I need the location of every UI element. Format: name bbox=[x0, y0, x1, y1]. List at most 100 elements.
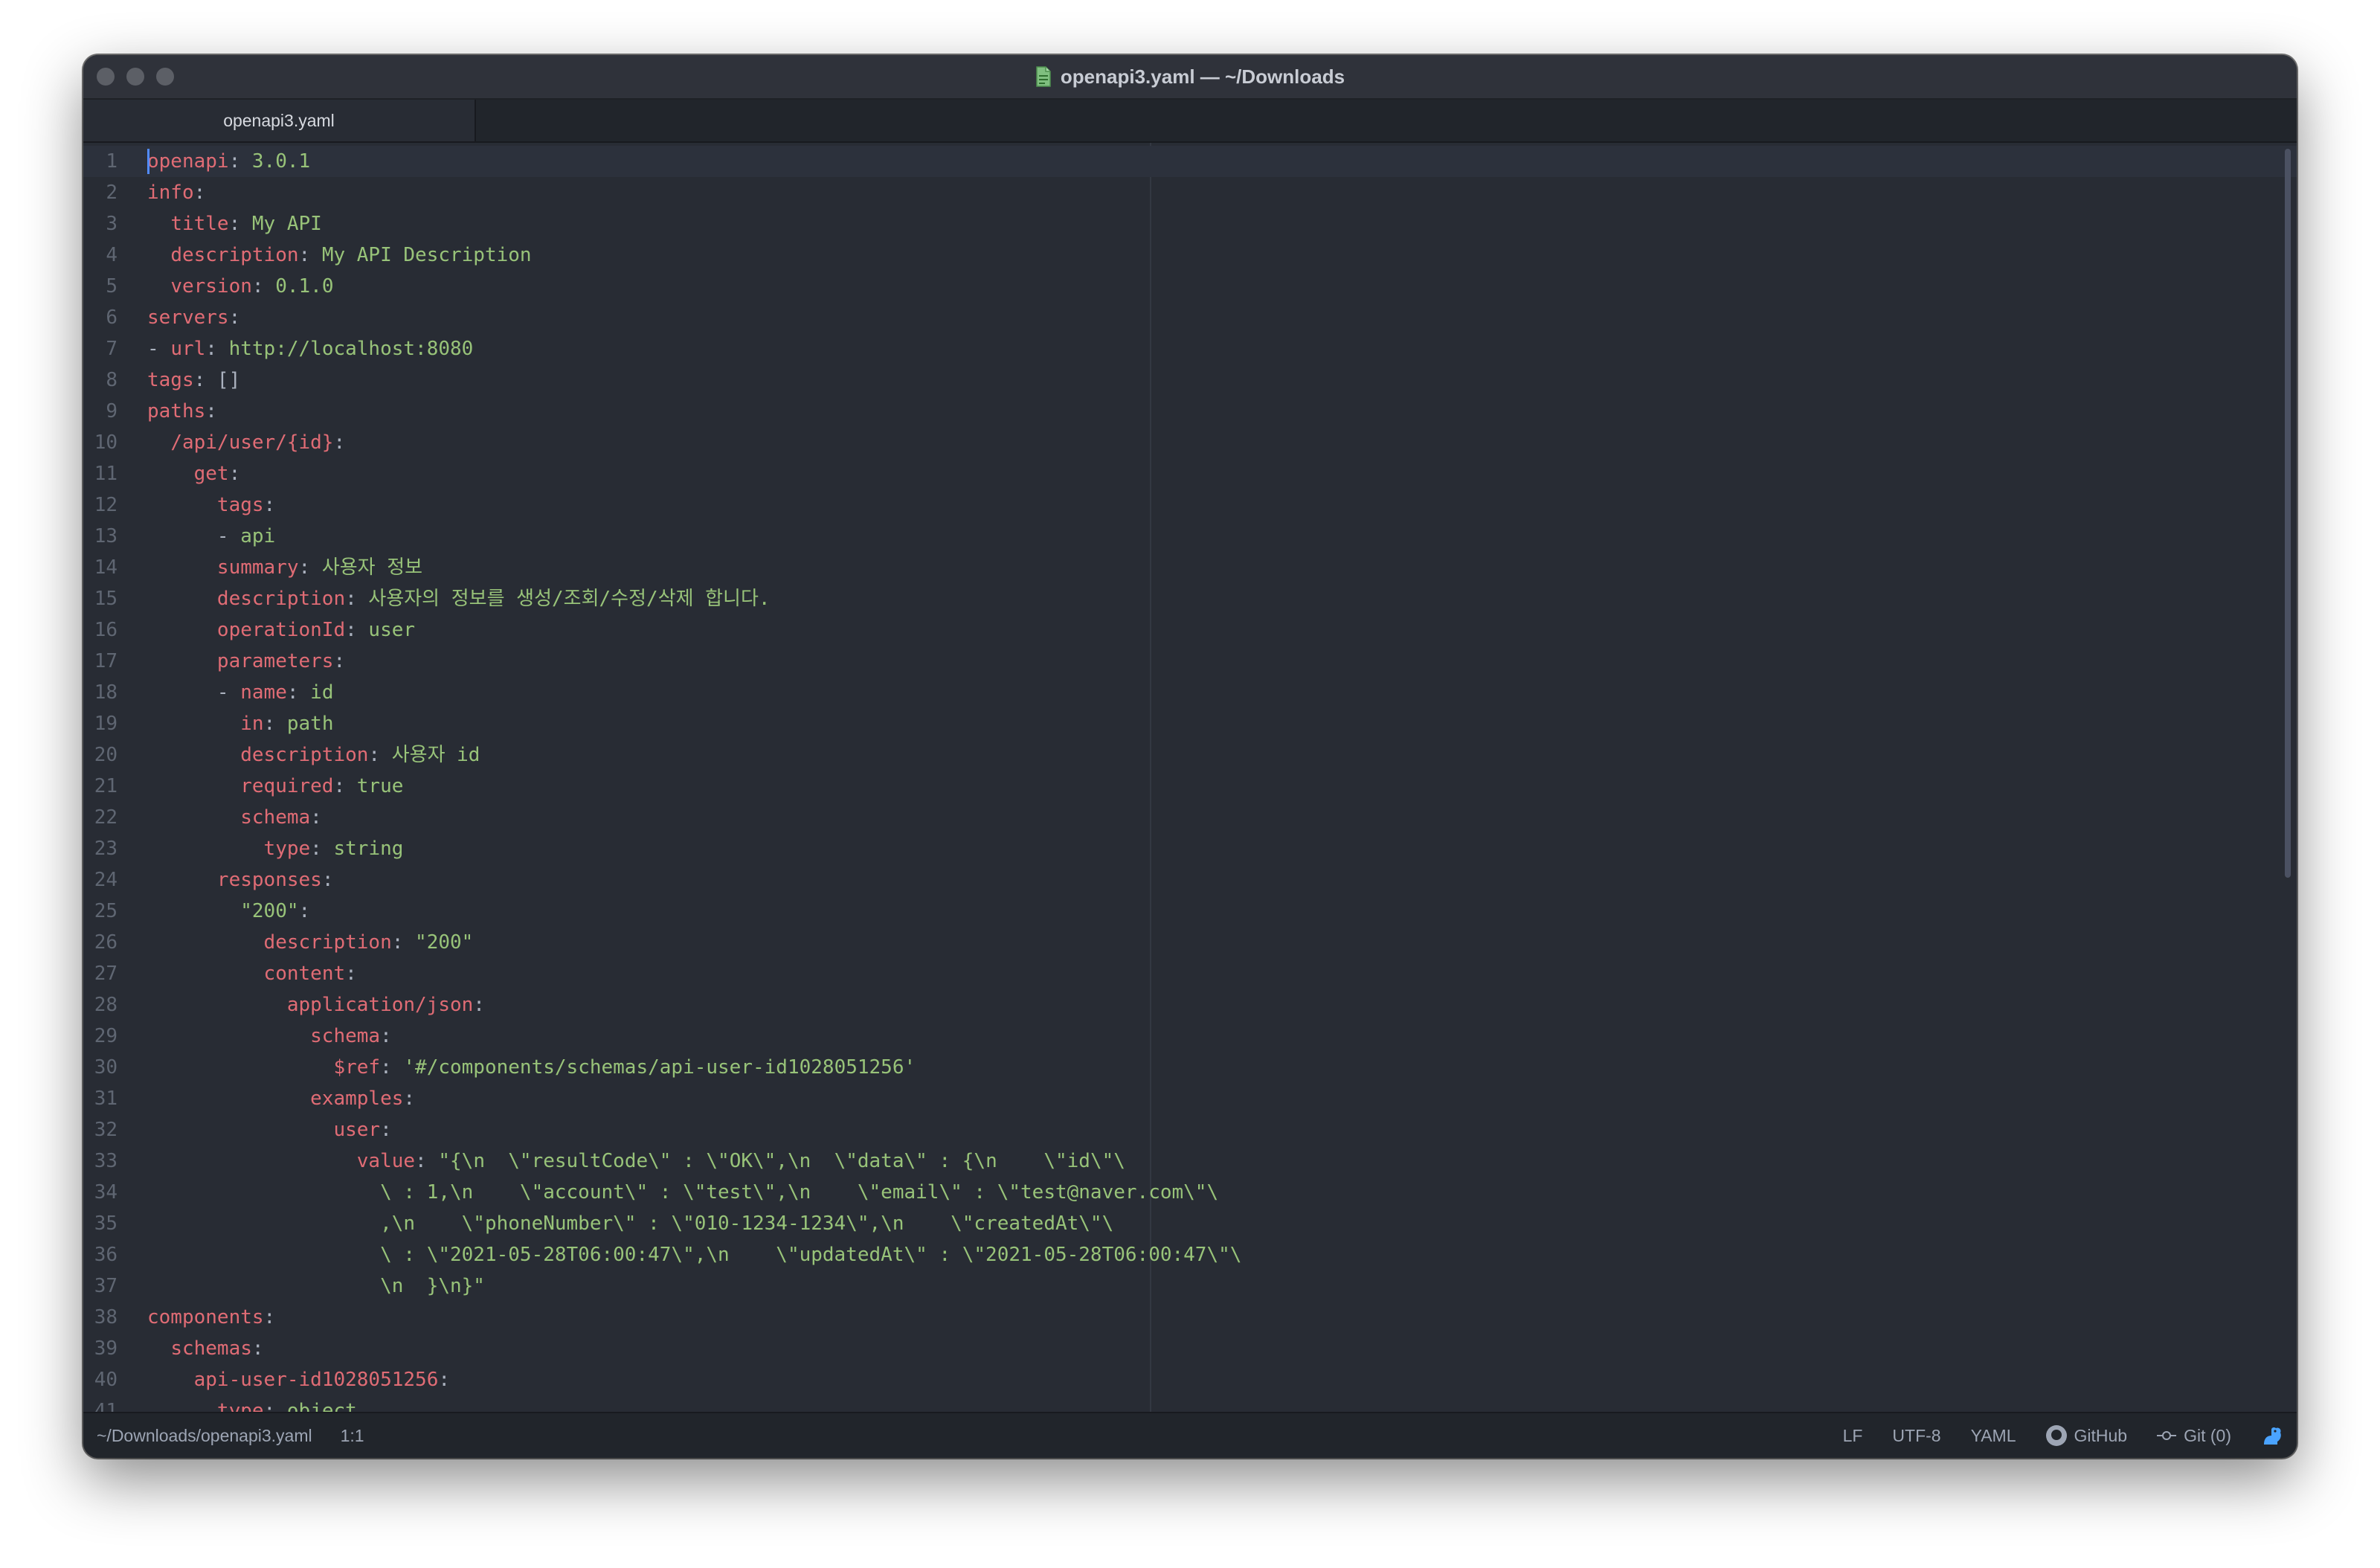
code-text: \n }\n}" bbox=[147, 1270, 485, 1302]
code-line[interactable]: 11 get: bbox=[83, 458, 2297, 489]
yaml-punctuation: - bbox=[147, 525, 241, 547]
code-line[interactable]: 39 schemas: bbox=[83, 1333, 2297, 1364]
yaml-punctuation bbox=[147, 1369, 194, 1391]
code-line[interactable]: 23 type: string bbox=[83, 833, 2297, 864]
code-line[interactable]: 7 - url: http://localhost:8080 bbox=[83, 333, 2297, 364]
code-line[interactable]: 12 tags: bbox=[83, 489, 2297, 521]
yaml-key: in bbox=[240, 713, 264, 735]
line-number: 1 bbox=[106, 150, 118, 173]
encoding-selector[interactable]: UTF-8 bbox=[1892, 1426, 1940, 1446]
code-line[interactable]: 9 paths: bbox=[83, 396, 2297, 427]
yaml-value: 사용자 id bbox=[391, 744, 480, 766]
code-line[interactable]: 5 version: 0.1.0 bbox=[83, 271, 2297, 302]
yaml-punctuation: : bbox=[193, 181, 206, 204]
code-line[interactable]: 27 content: bbox=[83, 958, 2297, 989]
line-number: 19 bbox=[94, 713, 118, 735]
code-line[interactable]: 13 - api bbox=[83, 521, 2297, 552]
code-line[interactable]: 22 schema: bbox=[83, 802, 2297, 833]
yaml-key: value bbox=[356, 1150, 416, 1172]
code-text: title: My API bbox=[147, 208, 322, 240]
yaml-punctuation bbox=[147, 931, 264, 954]
yaml-punctuation bbox=[147, 963, 264, 985]
code-line[interactable]: 32 user: bbox=[83, 1114, 2297, 1146]
tab-openapi3-yaml[interactable]: openapi3.yaml bbox=[83, 100, 476, 141]
yaml-punctuation: : bbox=[228, 306, 241, 329]
code-line[interactable]: 28 application/json: bbox=[83, 989, 2297, 1021]
yaml-punctuation: : bbox=[205, 400, 217, 422]
line-number: 21 bbox=[94, 775, 118, 797]
code-line[interactable]: 36 \ : \"2021-05-28T06:00:47\",\n \"upda… bbox=[83, 1239, 2297, 1270]
code-text: value: "{\n \"resultCode\" : \"OK\",\n \… bbox=[147, 1146, 1125, 1177]
yaml-key: application/json bbox=[286, 994, 474, 1016]
code-line[interactable]: 8 tags: [] bbox=[83, 364, 2297, 396]
yaml-value: \ : 1,\n \"account\" : \"test\",\n \"ema… bbox=[380, 1181, 1219, 1204]
yaml-value: 3.0.1 bbox=[251, 150, 311, 173]
code-line[interactable]: 3 title: My API bbox=[83, 208, 2297, 240]
code-line[interactable]: 38 components: bbox=[83, 1302, 2297, 1333]
code-line[interactable]: 31 examples: bbox=[83, 1083, 2297, 1114]
git-button[interactable]: Git (0) bbox=[2157, 1426, 2231, 1446]
yaml-key: paths bbox=[147, 400, 206, 422]
git-label: Git (0) bbox=[2184, 1425, 2231, 1445]
yaml-punctuation: : bbox=[380, 1025, 392, 1047]
line-number: 6 bbox=[106, 306, 118, 329]
code-line[interactable]: 33 value: "{\n \"resultCode\" : \"OK\",\… bbox=[83, 1146, 2297, 1177]
code-line[interactable]: 1 openapi: 3.0.1 bbox=[83, 146, 2297, 177]
line-number: 32 bbox=[94, 1119, 118, 1141]
yaml-key: schema bbox=[240, 806, 311, 829]
line-number: 20 bbox=[94, 744, 118, 766]
yaml-key: user bbox=[333, 1119, 381, 1141]
code-text: description: 사용자의 정보를 생성/조회/수정/삭제 합니다. bbox=[147, 583, 771, 614]
file-path[interactable]: ~/Downloads/openapi3.yaml bbox=[97, 1426, 312, 1446]
yaml-punctuation: : bbox=[251, 275, 276, 298]
code-line[interactable]: 20 description: 사용자 id bbox=[83, 739, 2297, 771]
code-line[interactable]: 10 /api/user/{id}: bbox=[83, 427, 2297, 458]
code-text: - url: http://localhost:8080 bbox=[147, 333, 473, 364]
code-line[interactable]: 24 responses: bbox=[83, 864, 2297, 896]
code-text: examples: bbox=[147, 1083, 415, 1114]
line-ending-selector[interactable]: LF bbox=[1843, 1426, 1863, 1446]
yaml-key: description bbox=[216, 588, 346, 610]
code-line[interactable]: 15 description: 사용자의 정보를 생성/조회/수정/삭제 합니다… bbox=[83, 583, 2297, 614]
code-line[interactable]: 41 type: object bbox=[83, 1395, 2297, 1413]
code-text: components: bbox=[147, 1302, 275, 1333]
code-line[interactable]: 2 info: bbox=[83, 177, 2297, 208]
yaml-punctuation bbox=[147, 1244, 380, 1266]
vertical-scrollbar[interactable] bbox=[2285, 149, 2291, 878]
code-line[interactable]: 29 schema: bbox=[83, 1021, 2297, 1052]
grammar-selector[interactable]: YAML bbox=[1971, 1426, 2016, 1446]
code-editor[interactable]: 1 openapi: 3.0.1 2 info: 3 title: My API 4 de… bbox=[83, 143, 2297, 1413]
cursor-position[interactable]: 1:1 bbox=[341, 1426, 364, 1446]
yaml-value: \n }\n}" bbox=[380, 1275, 485, 1297]
line-number: 31 bbox=[94, 1087, 118, 1110]
code-text: \ : 1,\n \"account\" : \"test\",\n \"ema… bbox=[147, 1177, 1218, 1208]
github-button[interactable]: GitHub bbox=[2045, 1425, 2127, 1446]
code-text: description: "200" bbox=[147, 927, 474, 958]
editor-window: openapi3.yaml — ~/Downloads openapi3.yam… bbox=[83, 55, 2297, 1458]
code-line[interactable]: 30 $ref: '#/components/schemas/api-user-… bbox=[83, 1052, 2297, 1083]
code-line[interactable]: 34 \ : 1,\n \"account\" : \"test\",\n \"… bbox=[83, 1177, 2297, 1208]
yaml-punctuation: : bbox=[333, 650, 346, 672]
line-number: 38 bbox=[94, 1306, 118, 1328]
code-line[interactable]: 40 api-user-id1028051256: bbox=[83, 1364, 2297, 1395]
code-line[interactable]: 4 description: My API Description bbox=[83, 240, 2297, 271]
code-line[interactable]: 35 ,\n \"phoneNumber\" : \"010-1234-1234… bbox=[83, 1208, 2297, 1239]
code-line[interactable]: 21 required: true bbox=[83, 771, 2297, 802]
tab-label: openapi3.yaml bbox=[223, 110, 335, 130]
yaml-key: schemas bbox=[170, 1337, 252, 1360]
yaml-value: 0.1.0 bbox=[275, 275, 334, 298]
code-line[interactable]: 16 operationId: user bbox=[83, 614, 2297, 646]
code-line[interactable]: 19 in: path bbox=[83, 708, 2297, 739]
code-line[interactable]: 37 \n }\n}" bbox=[83, 1270, 2297, 1302]
squirrel-update-icon[interactable] bbox=[2261, 1425, 2283, 1446]
yaml-value: '#/components/schemas/api-user-id1028051… bbox=[403, 1056, 916, 1079]
code-line[interactable]: 18 - name: id bbox=[83, 677, 2297, 708]
code-line[interactable]: 14 summary: 사용자 정보 bbox=[83, 552, 2297, 583]
line-number: 34 bbox=[94, 1181, 118, 1204]
yaml-punctuation bbox=[147, 588, 217, 610]
code-line[interactable]: 17 parameters: bbox=[83, 646, 2297, 677]
yaml-punctuation: : bbox=[333, 431, 346, 454]
code-line[interactable]: 6 servers: bbox=[83, 302, 2297, 333]
code-line[interactable]: 25 "200": bbox=[83, 896, 2297, 927]
code-line[interactable]: 26 description: "200" bbox=[83, 927, 2297, 958]
